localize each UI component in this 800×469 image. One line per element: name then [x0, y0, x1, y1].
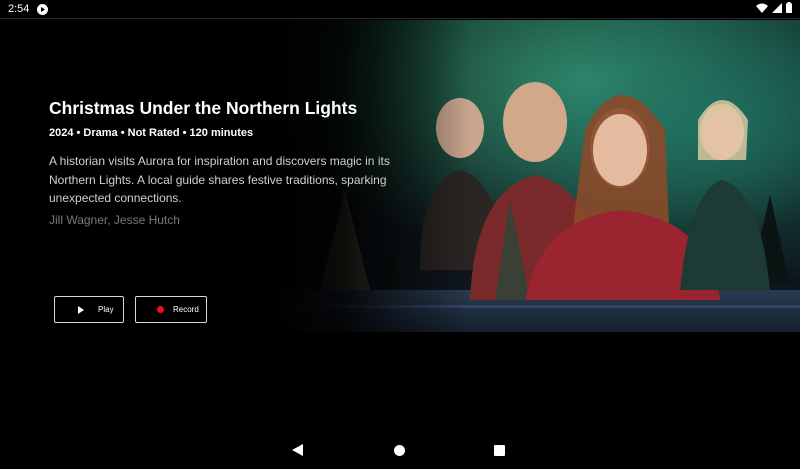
battery-icon	[786, 0, 792, 18]
wifi-icon	[756, 0, 768, 18]
program-meta: 2024 • Drama • Not Rated • 120 minutes	[49, 127, 254, 139]
status-right	[756, 0, 792, 18]
cellular-signal-icon	[772, 0, 782, 18]
status-left: 2:54	[8, 3, 49, 15]
home-icon[interactable]	[394, 445, 405, 456]
back-icon[interactable]	[292, 444, 303, 456]
app-notification-icon	[37, 3, 49, 15]
program-cast: Jill Wagner, Jesse Hutch	[49, 213, 180, 227]
record-button-label: Record	[173, 305, 199, 314]
status-bar: 2:54	[0, 0, 800, 19]
program-title: Christmas Under the Northern Lights	[49, 98, 358, 118]
status-time: 2:54	[8, 3, 30, 15]
program-description: A historian visits Aurora for inspiratio…	[49, 154, 390, 205]
screen: 2:54 Christmas Under the Northern Lights…	[0, 0, 800, 469]
record-icon	[157, 306, 164, 313]
recents-icon[interactable]	[494, 445, 505, 456]
play-button-label: Play	[98, 305, 114, 314]
play-button[interactable]: Play	[54, 296, 124, 323]
record-button[interactable]: Record	[135, 296, 207, 323]
navigation-bar	[0, 432, 800, 469]
play-icon	[78, 305, 84, 314]
